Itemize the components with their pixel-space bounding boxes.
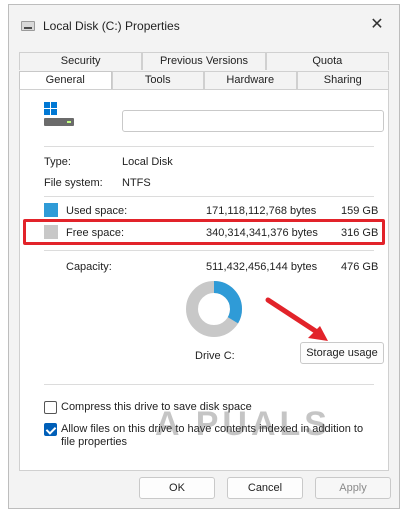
capacity-bytes: 511,432,456,144 bytes	[206, 261, 318, 273]
used-space-bytes: 171,118,112,768 bytes	[206, 205, 317, 217]
used-space-gb: 159 GB	[341, 205, 379, 217]
index-checkbox[interactable]	[44, 423, 57, 436]
divider	[44, 250, 374, 251]
ok-button[interactable]: OK	[139, 477, 215, 499]
usage-donut-chart	[186, 281, 242, 337]
drive-icon	[44, 102, 78, 128]
storage-usage-button[interactable]: Storage usage	[300, 342, 384, 364]
type-label: Type:	[44, 156, 71, 168]
tab-row-bottom: General Tools Hardware Sharing	[19, 71, 389, 89]
tab-general[interactable]: General	[19, 71, 112, 89]
divider	[44, 384, 374, 385]
capacity-gb: 476 GB	[341, 261, 379, 273]
free-space-gb: 316 GB	[341, 227, 379, 239]
divider	[44, 196, 374, 197]
used-space-label: Used space:	[66, 205, 128, 217]
cancel-button[interactable]: Cancel	[227, 477, 303, 499]
free-space-swatch	[44, 225, 58, 239]
drive-caption: Drive C:	[195, 350, 235, 362]
free-space-bytes: 340,314,341,376 bytes	[206, 227, 318, 239]
title-bar: Local Disk (C:) Properties ✕	[9, 5, 399, 49]
tab-row-top: Security Previous Versions Quota	[19, 52, 389, 70]
compress-checkbox[interactable]	[44, 401, 57, 414]
file-system-label: File system:	[44, 177, 103, 189]
apply-button[interactable]: Apply	[315, 477, 391, 499]
file-system-value: NTFS	[122, 177, 151, 189]
type-value: Local Disk	[122, 156, 173, 168]
used-space-swatch	[44, 203, 58, 217]
tab-security[interactable]: Security	[19, 52, 143, 70]
window-title: Local Disk (C:) Properties	[43, 19, 180, 33]
tab-hardware[interactable]: Hardware	[204, 71, 297, 89]
tab-sharing[interactable]: Sharing	[296, 71, 389, 89]
general-panel: Type: Local Disk File system: NTFS Used …	[19, 89, 389, 471]
free-space-label: Free space:	[66, 227, 125, 239]
capacity-label: Capacity:	[66, 261, 112, 273]
index-label: Allow files on this drive to have conten…	[61, 423, 364, 448]
tab-previous-versions[interactable]: Previous Versions	[142, 52, 266, 70]
tab-quota[interactable]: Quota	[265, 52, 389, 70]
windows-logo-icon	[44, 102, 58, 116]
properties-window: Local Disk (C:) Properties ✕ Security Pr…	[8, 4, 400, 509]
divider	[44, 146, 374, 147]
compress-label: Compress this drive to save disk space	[61, 401, 252, 413]
drive-label-input[interactable]	[122, 110, 384, 132]
red-arrow-icon	[265, 297, 328, 341]
drive-title-icon	[21, 21, 35, 31]
close-button[interactable]: ✕	[369, 17, 385, 33]
tab-tools[interactable]: Tools	[111, 71, 204, 89]
